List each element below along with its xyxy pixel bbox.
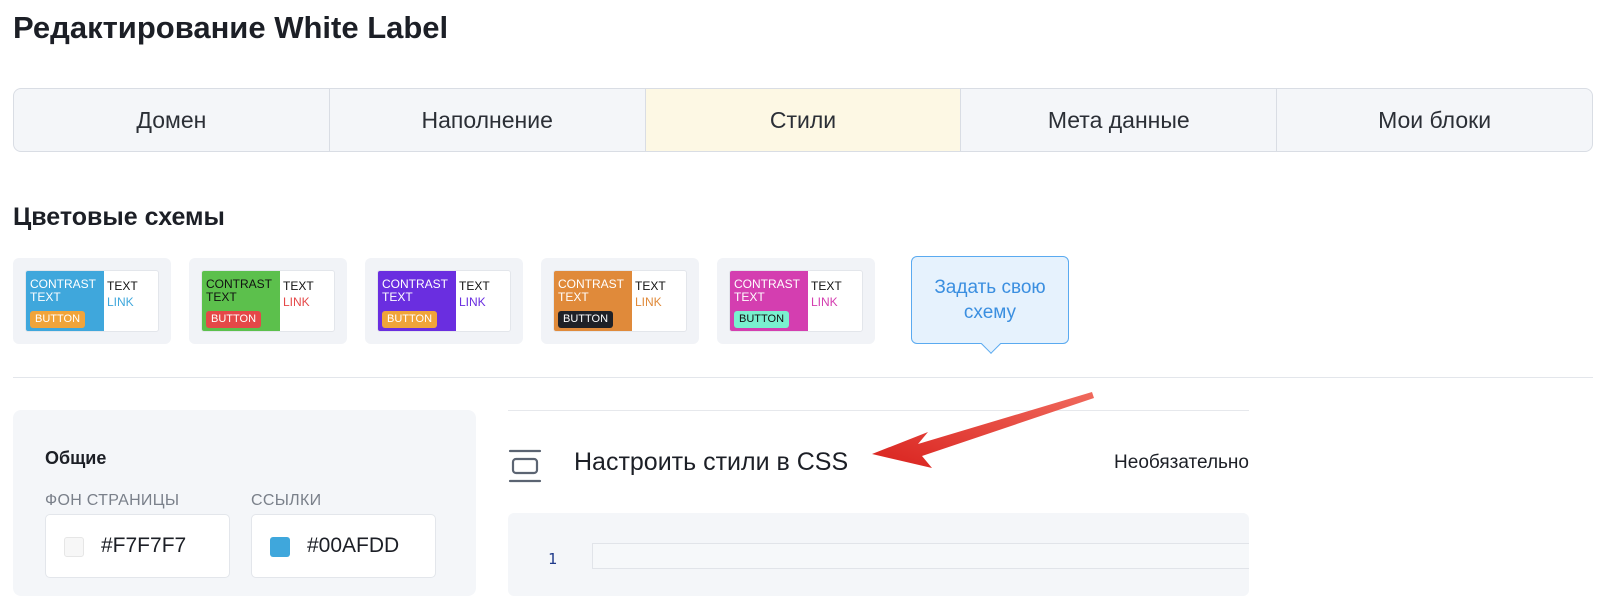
scheme-contrast-text: CONTRAST TEXT [382,277,448,304]
links-color-value: #00AFDD [307,534,400,557]
scheme-button-sample: BUTTON [558,311,614,328]
scheme-text-sample: TEXT [635,279,666,293]
code-input-line[interactable] [592,543,1249,569]
scheme-button-sample: BUTTON [206,311,262,328]
links-color-field[interactable]: #00AFDD [251,514,436,578]
scheme-text-sample: TEXT [107,279,138,293]
page-background-swatch[interactable] [64,537,84,557]
links-label: ССЫЛКИ [251,492,322,509]
scheme-contrast-text: CONTRAST TEXT [558,277,624,304]
tab-content[interactable]: Наполнение [330,89,646,151]
css-editor-title: Настроить стили в CSS [574,448,849,476]
css-section-divider [508,410,1249,411]
color-scheme-card[interactable]: CONTRAST TEXT BUTTON TEXT LINK [717,258,875,344]
scheme-contrast-text: CONTRAST TEXT [206,277,272,304]
scheme-preview: CONTRAST TEXT BUTTON TEXT LINK [25,270,159,332]
tab-bar: Домен Наполнение Стили Мета данные Мои б… [13,88,1593,152]
color-scheme-card[interactable]: CONTRAST TEXT BUTTON TEXT LINK [189,258,347,344]
page-background-field[interactable]: #F7F7F7 [45,514,230,578]
custom-scheme-label: Задать свою схему [934,277,1046,323]
line-number: 1 [548,550,558,568]
scheme-preview: CONTRAST TEXT BUTTON TEXT LINK [377,270,511,332]
scheme-link-sample: LINK [811,295,838,309]
general-heading: Общие [45,448,107,468]
page-background-value: #F7F7F7 [101,534,187,557]
scheme-contrast-area: CONTRAST TEXT BUTTON [730,271,808,331]
scheme-contrast-area: CONTRAST TEXT BUTTON [202,271,280,331]
tab-my-blocks[interactable]: Мои блоки [1277,89,1592,151]
tab-meta-data[interactable]: Мета данные [961,89,1278,151]
scheme-preview: CONTRAST TEXT BUTTON TEXT LINK [553,270,687,332]
scheme-button-sample: BUTTON [734,311,790,328]
scheme-contrast-text: CONTRAST TEXT [30,277,96,304]
scheme-link-sample: LINK [107,295,134,309]
scheme-contrast-area: CONTRAST TEXT BUTTON [26,271,104,331]
color-scheme-card[interactable]: CONTRAST TEXT BUTTON TEXT LINK [13,258,171,344]
scheme-link-sample: LINK [635,295,662,309]
css-code-editor[interactable]: 1 [508,513,1249,596]
tab-domain[interactable]: Домен [14,89,330,151]
scheme-preview: CONTRAST TEXT BUTTON TEXT LINK [729,270,863,332]
general-settings-panel: Общие ФОН СТРАНИЦЫ #F7F7F7 ССЫЛКИ #00AFD… [13,410,476,596]
color-scheme-card[interactable]: CONTRAST TEXT BUTTON TEXT LINK [541,258,699,344]
tab-styles[interactable]: Стили [645,89,962,151]
tooltip-notch [981,334,1001,354]
optional-label: Необязательно [1114,452,1249,473]
css-editor-section: Настроить стили в CSS Необязательно 1 [508,410,1249,596]
scheme-contrast-area: CONTRAST TEXT BUTTON [554,271,632,331]
panel-layout-icon [508,449,542,483]
color-scheme-card[interactable]: CONTRAST TEXT BUTTON TEXT LINK [365,258,523,344]
section-divider [13,377,1593,378]
page-title: Редактирование White Label [13,10,449,45]
scheme-link-sample: LINK [459,295,486,309]
custom-scheme-button[interactable]: Задать свою схему [911,256,1069,354]
scheme-text-sample: TEXT [811,279,842,293]
scheme-preview: CONTRAST TEXT BUTTON TEXT LINK [201,270,335,332]
links-color-swatch[interactable] [270,537,290,557]
scheme-link-sample: LINK [283,295,310,309]
scheme-contrast-area: CONTRAST TEXT BUTTON [378,271,456,331]
scheme-text-sample: TEXT [283,279,314,293]
color-schemes-title: Цветовые схемы [13,203,225,231]
scheme-contrast-text: CONTRAST TEXT [734,277,800,304]
scheme-button-sample: BUTTON [382,311,438,328]
page-background-label: ФОН СТРАНИЦЫ [45,492,180,509]
scheme-button-sample: BUTTON [30,311,86,328]
scheme-text-sample: TEXT [459,279,490,293]
